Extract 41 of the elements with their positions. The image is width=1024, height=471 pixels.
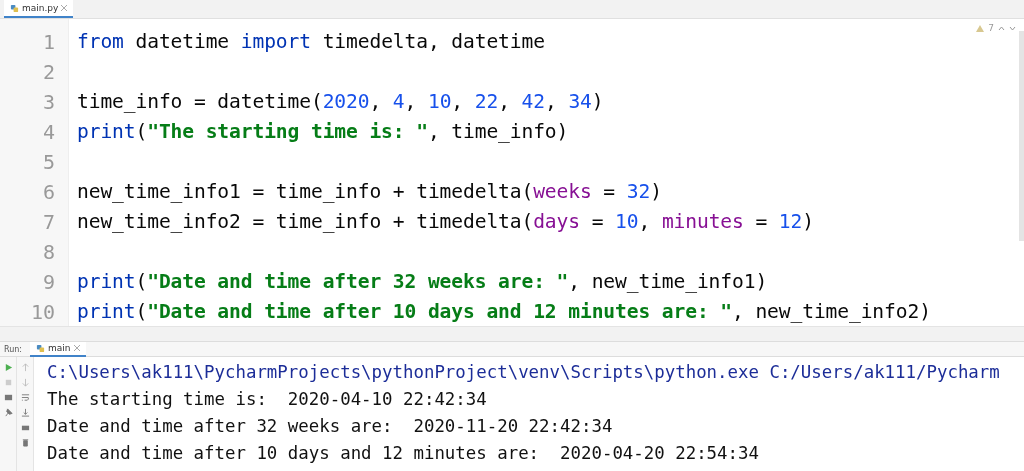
line-number: 5 <box>41 149 56 176</box>
console-line: C:\Users\ak111\PycharmProjects\pythonProject\venv\Scripts\python.exe C:/Users/ak111/Pycharm <box>47 361 1001 384</box>
wrap-icon[interactable] <box>20 393 30 402</box>
arrow-down-icon[interactable] <box>20 378 30 387</box>
console-line: The starting time is: 2020-04-10 22:42:34 <box>47 388 488 411</box>
arrow-up-icon[interactable] <box>20 363 30 372</box>
line-number: 10 <box>29 299 56 326</box>
python-file-icon <box>36 343 46 353</box>
print-icon[interactable] <box>20 423 30 432</box>
stop-icon[interactable] <box>3 378 13 387</box>
line-number: 8 <box>41 239 56 266</box>
console-line: Date and time after 10 days and 12 minutes are: 2020-04-20 22:54:34 <box>47 442 760 465</box>
code-line: new_time_info2 = time_info + timedelta(days = 10, minutes = 12) <box>77 209 814 235</box>
chevron-up-icon[interactable] <box>998 25 1005 31</box>
console-line: Date and time after 32 weeks are: 2020-11-20 22:42:34 <box>47 415 614 438</box>
pin-icon[interactable] <box>3 408 13 417</box>
code-line: new_time_info1 = time_info + timedelta(weeks = 32) <box>77 179 662 205</box>
warning-icon[interactable] <box>976 24 985 32</box>
trash-icon[interactable] <box>20 438 30 447</box>
scroll-end-icon[interactable] <box>20 408 30 417</box>
line-number: 2 <box>41 59 56 86</box>
code-line: print("Date and time after 10 days and 12 minutes are: ", new_time_info2) <box>77 299 931 325</box>
code-line: print("The starting time is: ", time_info) <box>77 119 569 145</box>
line-number: 9 <box>41 269 56 296</box>
chevron-down-icon[interactable] <box>1009 25 1016 31</box>
line-number: 4 <box>41 119 56 146</box>
close-icon[interactable] <box>73 345 80 351</box>
scrollbar[interactable] <box>1019 31 1024 241</box>
editor-tab[interactable]: main.py <box>4 0 74 18</box>
code-line: time_info = datetime(2020, 4, 10, 22, 42, 34) <box>77 89 604 115</box>
code-line: from datetime import timedelta, datetime <box>77 29 545 55</box>
code-line: print("Date and time after 32 weeks are: ", new_time_info1) <box>77 269 768 295</box>
layout-icon[interactable] <box>3 393 13 402</box>
line-number: 7 <box>41 209 56 236</box>
play-icon[interactable] <box>3 363 13 372</box>
python-file-icon <box>10 3 19 13</box>
run-label: Run: <box>4 344 23 354</box>
line-number: 1 <box>41 29 56 56</box>
line-number: 3 <box>41 89 56 116</box>
line-number: 6 <box>41 179 56 206</box>
close-icon[interactable] <box>61 5 68 11</box>
